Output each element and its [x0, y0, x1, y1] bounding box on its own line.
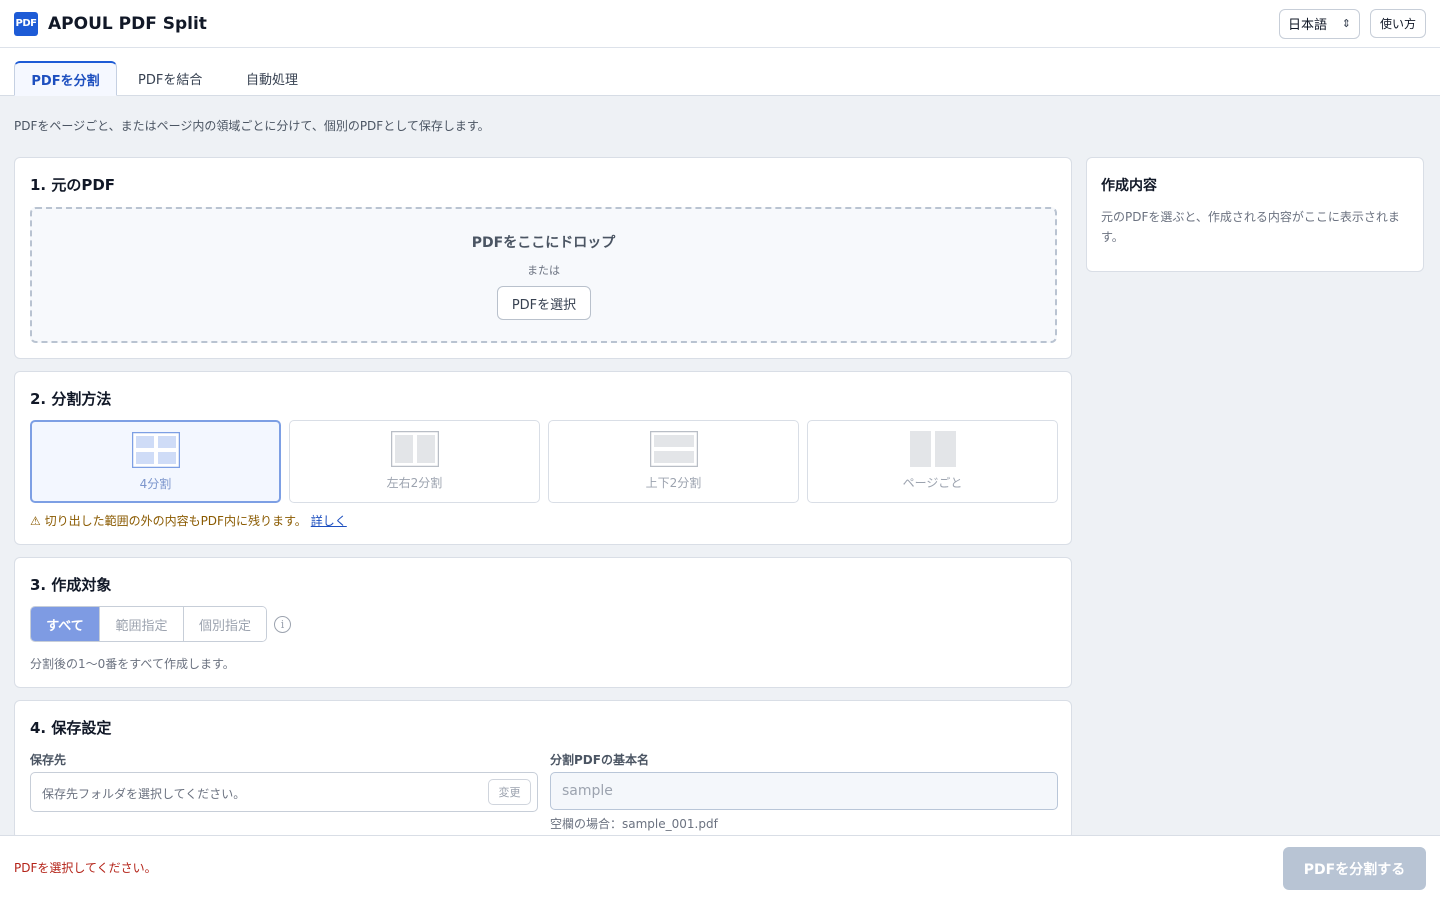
option-vertical-split[interactable]: 左右2分割: [289, 420, 540, 503]
tab-bar: PDFを分割 PDFを結合 自動処理: [0, 48, 1440, 96]
option-label: 左右2分割: [386, 476, 443, 490]
basename-input[interactable]: [550, 772, 1058, 810]
option-label: ページごと: [902, 476, 963, 490]
segment-range[interactable]: 範囲指定: [99, 607, 183, 641]
quad-split-icon: [131, 431, 180, 472]
pdf-drop-zone[interactable]: PDFをここにドロップ または PDFを選択: [30, 207, 1057, 343]
per-page-icon: [909, 431, 957, 471]
summary-text: 元のPDFを選ぶと、作成される内容がここに表示されます。: [1101, 210, 1400, 244]
option-label: 上下2分割: [645, 476, 702, 490]
info-icon[interactable]: i: [274, 616, 291, 633]
option-label: 4分割: [139, 477, 172, 491]
app-header: PDF APOUL PDF Split 日本語 ⇕ 使い方: [0, 0, 1440, 48]
folder-label: 保存先: [30, 753, 67, 767]
source-pdf-card: 1. 元のPDF PDFをここにドロップ または PDFを選択: [14, 157, 1072, 359]
source-pdf-title: 1. 元のPDF: [30, 176, 116, 194]
save-settings-card: 4. 保存設定 保存先 保存先フォルダを選択してください。 変更 分割PDFの基…: [14, 700, 1072, 840]
summary-card: 作成内容 元のPDFを選ぶと、作成される内容がここに表示されます。: [1086, 157, 1424, 272]
tab-split[interactable]: PDFを分割: [14, 61, 117, 96]
horizontal-split-icon: [649, 430, 698, 471]
split-method-title: 2. 分割方法: [30, 390, 112, 408]
tab-automation[interactable]: 自動処理: [230, 61, 314, 96]
tab-merge[interactable]: PDFを結合: [122, 61, 218, 96]
language-select[interactable]: 日本語 ⇕: [1278, 8, 1360, 39]
save-folder-field[interactable]: 保存先フォルダを選択してください。 変更: [30, 772, 538, 812]
basename-hint: 空欄の場合：sample_001.pdf: [550, 817, 718, 831]
folder-placeholder: 保存先フォルダを選択してください。: [42, 787, 246, 801]
drop-title: PDFをここにドロップ: [471, 235, 616, 251]
footer-bar: PDFを選択してください。 PDFを分割する: [0, 835, 1440, 900]
change-folder-button[interactable]: 変更: [488, 779, 531, 805]
status-message: PDFを選択してください。: [14, 861, 157, 875]
select-pdf-button[interactable]: PDFを選択: [497, 286, 591, 320]
option-per-page[interactable]: ページごと: [807, 420, 1058, 503]
vertical-split-icon: [390, 430, 439, 471]
page-description: PDFをページごと、またはページ内の領域ごとに分けて、個別のPDFとして保存しま…: [14, 119, 490, 133]
split-pdf-button[interactable]: PDFを分割する: [1283, 847, 1426, 890]
crop-warning: ⚠ 切り出した範囲の外の内容もPDF内に残ります。 詳しく: [30, 512, 347, 529]
target-note: 分割後の1〜0番をすべて作成します。: [30, 657, 235, 671]
warning-text: ⚠ 切り出した範囲の外の内容もPDF内に残ります。: [30, 514, 307, 528]
header-actions: 日本語 ⇕ 使い方: [1278, 8, 1426, 39]
target-segmented-control: すべて 範囲指定 個別指定: [30, 606, 267, 642]
app-title: APOUL PDF Split: [48, 13, 207, 34]
basename-label: 分割PDFの基本名: [550, 753, 649, 767]
segment-all[interactable]: すべて: [31, 607, 99, 641]
summary-title: 作成内容: [1101, 178, 1157, 194]
drop-or-text: または: [527, 264, 560, 277]
chevron-updown-icon: ⇕: [1341, 17, 1351, 30]
target-title: 3. 作成対象: [30, 576, 112, 594]
help-button[interactable]: 使い方: [1369, 9, 1426, 38]
target-card: 3. 作成対象 すべて 範囲指定 個別指定 i 分割後の1〜0番をすべて作成しま…: [14, 557, 1072, 688]
option-horizontal-split[interactable]: 上下2分割: [548, 420, 799, 503]
split-method-card: 2. 分割方法 4分割 左右2分割 上下2分割 ページごと ⚠ 切り出した範囲の…: [14, 371, 1072, 545]
option-quad-split[interactable]: 4分割: [30, 420, 281, 503]
save-settings-title: 4. 保存設定: [30, 719, 112, 737]
details-link[interactable]: 詳しく: [311, 514, 347, 528]
pdf-logo-icon: PDF: [14, 11, 38, 36]
segment-individual[interactable]: 個別指定: [183, 607, 266, 641]
language-value: 日本語: [1287, 18, 1327, 33]
